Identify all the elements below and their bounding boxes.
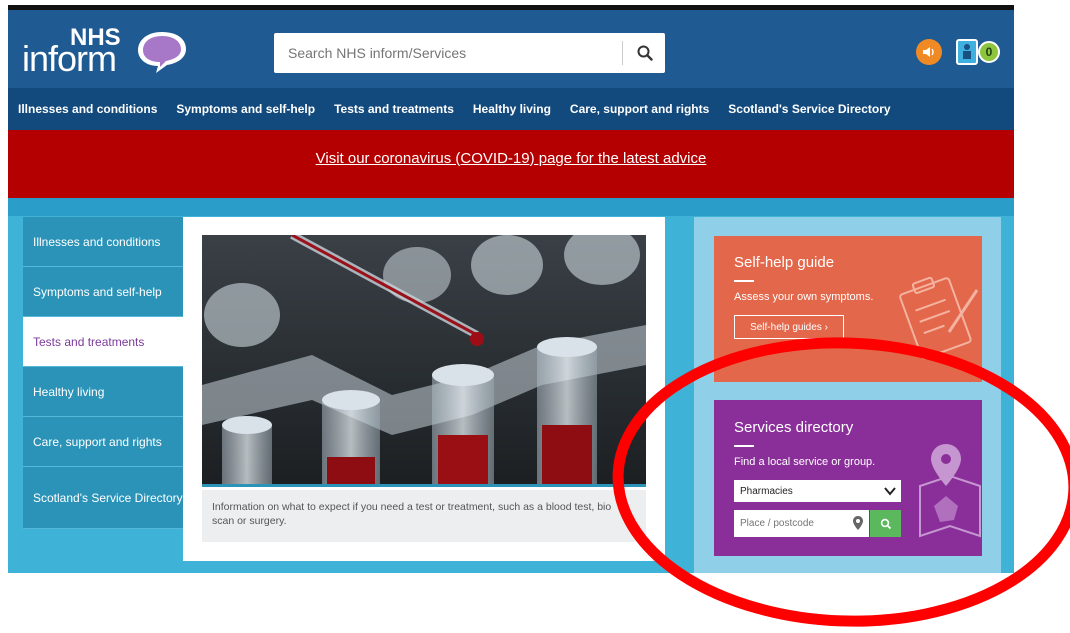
nav-tests[interactable]: Tests and treatments: [334, 102, 454, 116]
self-help-rule: [734, 280, 754, 282]
side-item-symptoms[interactable]: Symptoms and self-help: [23, 267, 183, 317]
side-item-illnesses[interactable]: Illnesses and conditions: [23, 217, 183, 267]
speaker-icon: [923, 47, 934, 57]
services-directory-panel: Services directory Find a local service …: [714, 400, 982, 556]
clipboard-icon: [899, 276, 979, 360]
accessibility-button[interactable]: 0: [956, 38, 1012, 66]
nhs-inform-logo[interactable]: NHS inform: [22, 22, 192, 82]
side-item-care-support[interactable]: Care, support and rights: [23, 417, 183, 467]
search-divider: [622, 41, 623, 65]
search-icon: [880, 518, 891, 529]
nav-care-support[interactable]: Care, support and rights: [570, 102, 709, 116]
place-postcode-field: [734, 510, 869, 537]
search-bar: [274, 33, 665, 73]
services-title: Services directory: [734, 419, 854, 436]
nav-illnesses[interactable]: Illnesses and conditions: [18, 102, 157, 116]
nav-symptoms[interactable]: Symptoms and self-help: [176, 102, 315, 116]
card-caption: Information on what to expect if you nee…: [202, 490, 646, 542]
tests-treatments-card: Information on what to expect if you nee…: [183, 217, 665, 561]
map-pin-icon: [853, 516, 863, 530]
main-nav: Illnesses and conditions Symptoms and se…: [8, 88, 1014, 130]
self-help-description: Assess your own symptoms.: [734, 291, 874, 303]
side-item-healthy-living[interactable]: Healthy living: [23, 367, 183, 417]
accessibility-count-badge: 0: [978, 41, 1000, 63]
self-help-panel: Self-help guide Assess your own symptoms…: [714, 236, 982, 382]
find-service-button[interactable]: [870, 510, 901, 537]
accessibility-icon: [956, 39, 978, 65]
services-rule: [734, 445, 754, 447]
side-item-tests[interactable]: Tests and treatments: [23, 317, 183, 367]
blood-test-tubes-image: [202, 235, 646, 487]
site-header: NHS inform Search NHS inform/Services 0: [8, 10, 1014, 88]
service-type-select[interactable]: Pharmacies: [734, 480, 901, 502]
services-description: Find a local service or group.: [734, 456, 876, 468]
chevron-down-icon: [884, 487, 896, 496]
self-help-title: Self-help guide: [734, 254, 835, 271]
service-type-value: Pharmacies: [740, 485, 793, 497]
content-top-strip: [8, 198, 1014, 216]
nav-healthy-living[interactable]: Healthy living: [473, 102, 551, 116]
search-button[interactable]: [626, 33, 664, 73]
covid-link[interactable]: Visit our coronavirus (COVID-19) page fo…: [316, 150, 707, 167]
listen-button[interactable]: [916, 39, 942, 65]
covid-banner: Visit our coronavirus (COVID-19) page fo…: [8, 130, 1014, 198]
side-item-service-directory[interactable]: Scotland's Service Directory: [23, 467, 183, 529]
speech-bubble-logo-icon: [138, 32, 186, 73]
self-help-guides-button[interactable]: Self-help guides ›: [734, 315, 844, 339]
search-icon: [637, 45, 653, 61]
logo-inform-text: inform: [22, 38, 117, 79]
map-location-icon: [919, 444, 981, 538]
section-menu: Illnesses and conditions Symptoms and se…: [23, 217, 183, 529]
place-postcode-input[interactable]: [734, 510, 844, 537]
page: NHS inform Search NHS inform/Services 0 …: [0, 0, 1070, 633]
search-input[interactable]: [274, 33, 622, 73]
nav-service-directory[interactable]: Scotland's Service Directory: [728, 102, 890, 116]
